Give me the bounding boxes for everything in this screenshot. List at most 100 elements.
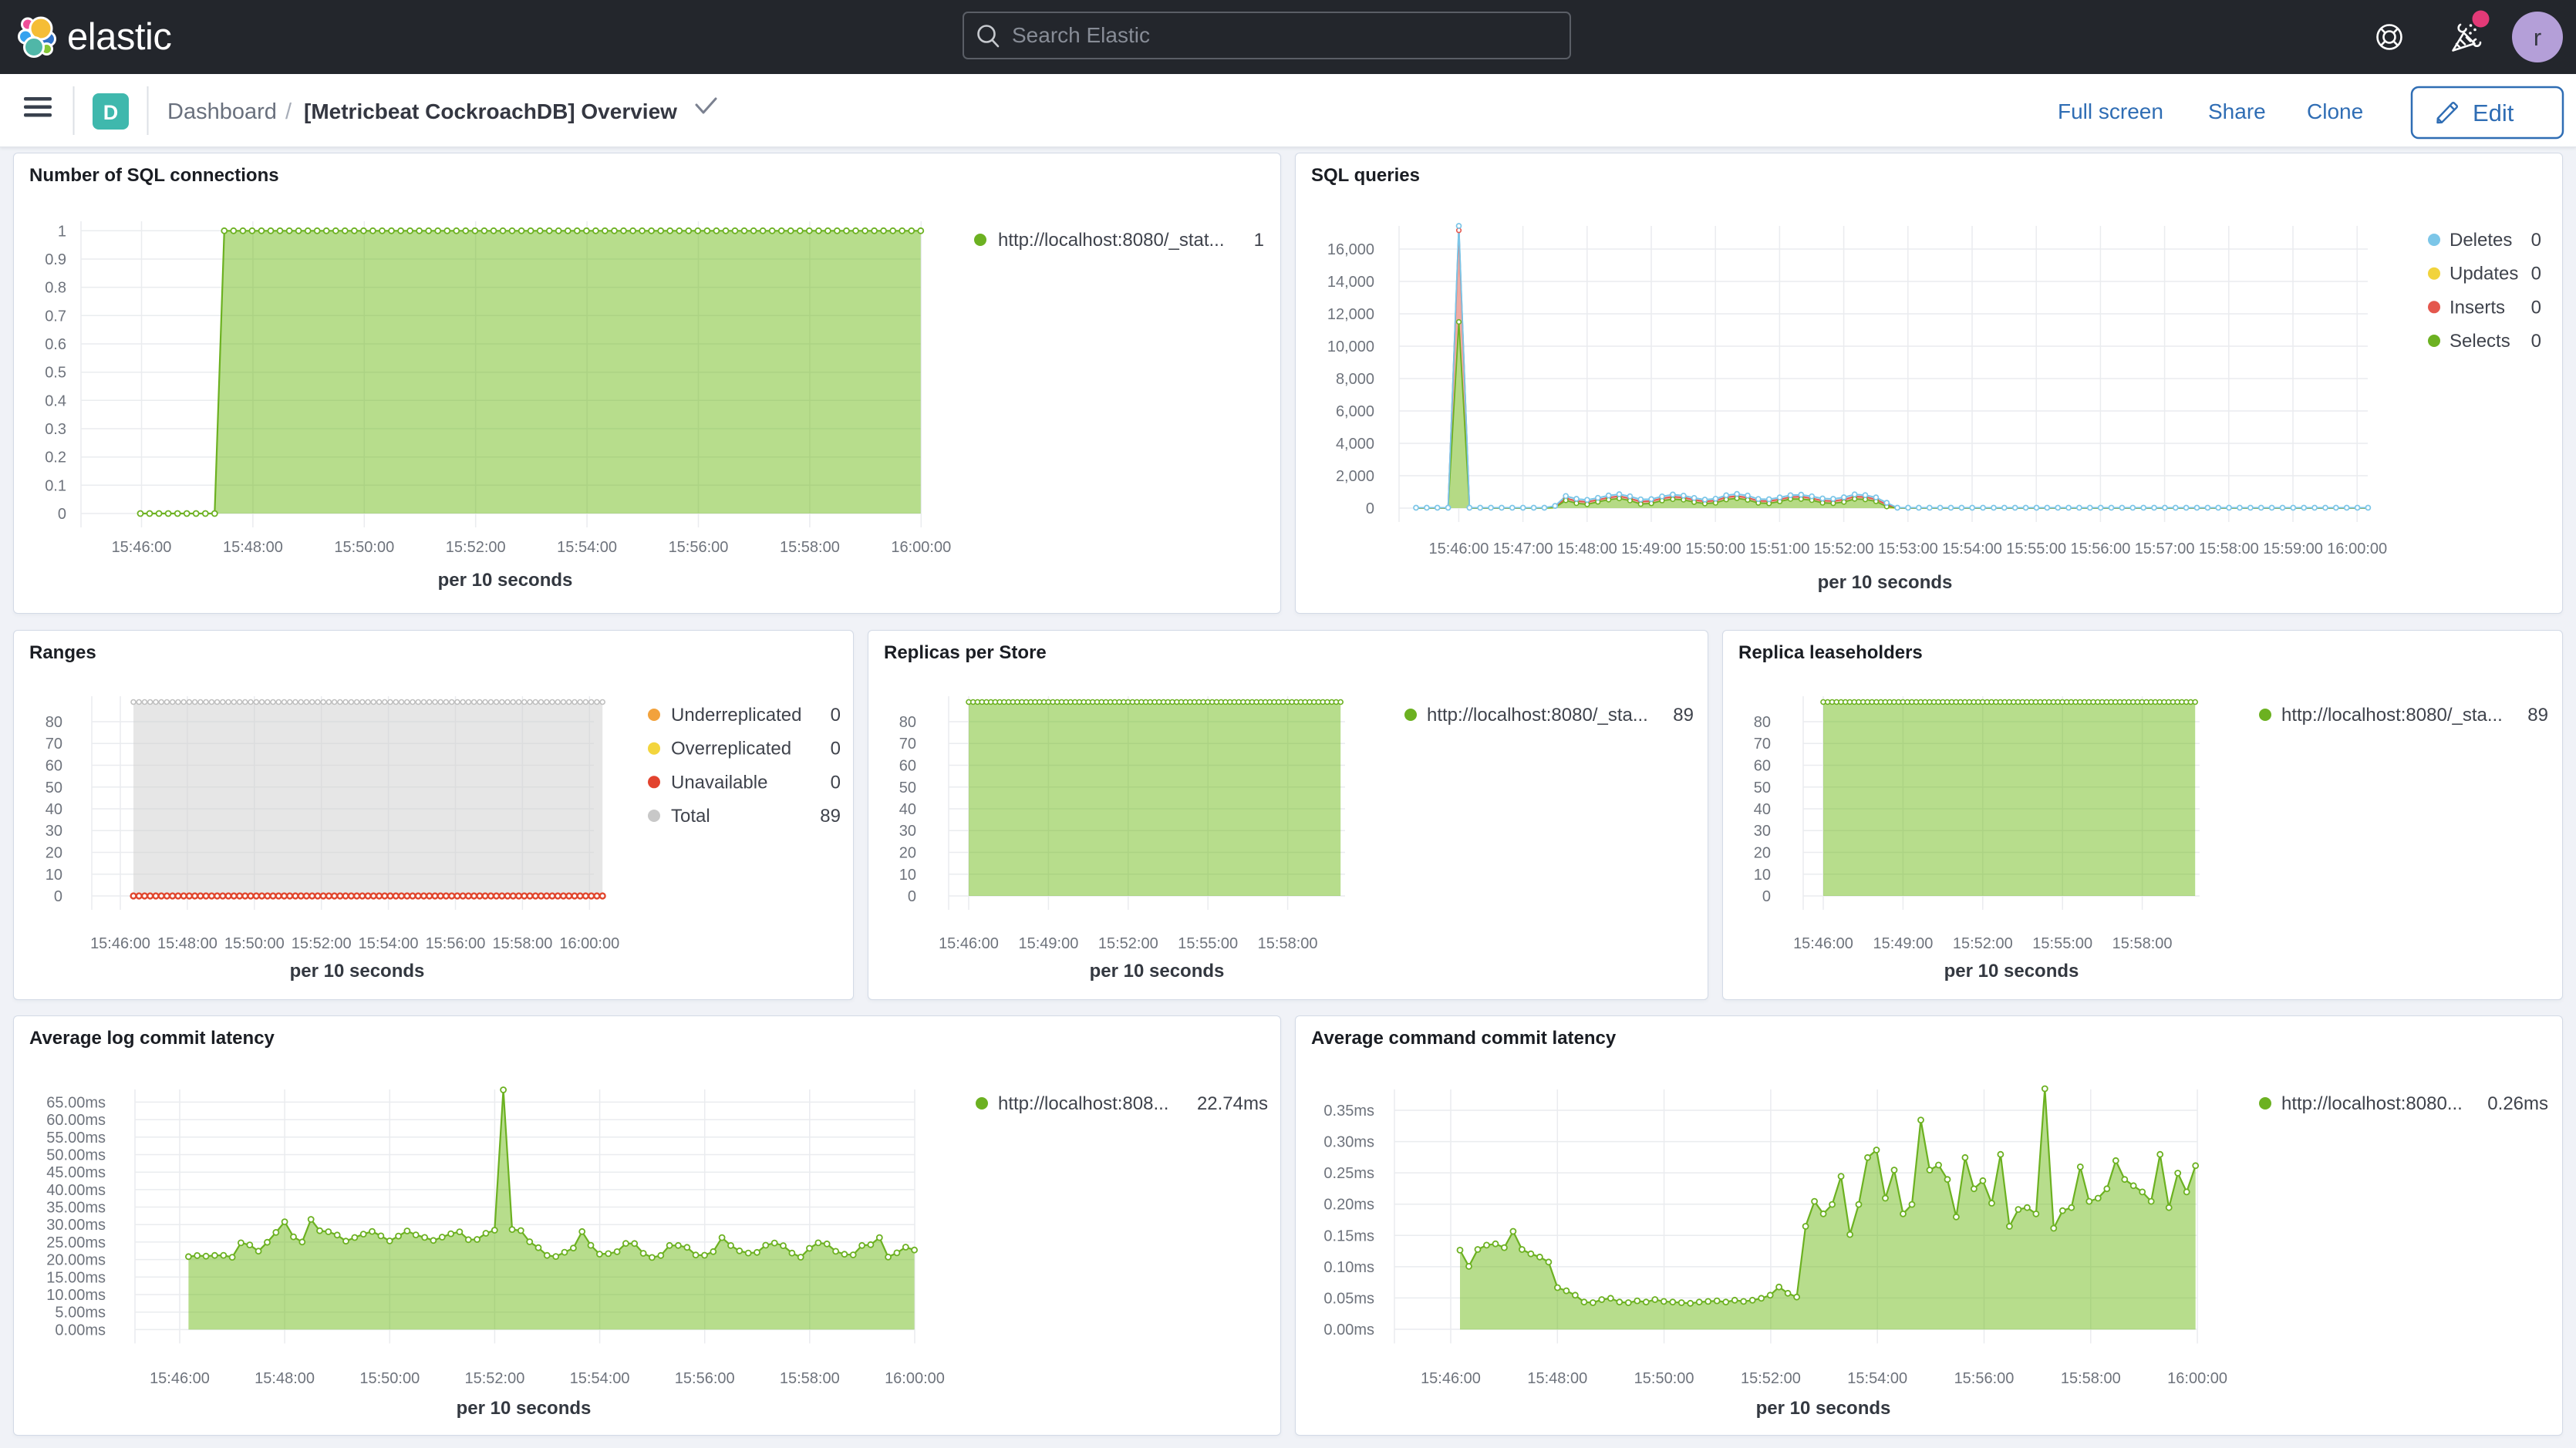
svg-text:Full screen: Full screen — [2058, 99, 2163, 123]
svg-text:60: 60 — [46, 758, 62, 775]
svg-text:0: 0 — [54, 888, 62, 905]
svg-text:0.5: 0.5 — [45, 365, 66, 382]
svg-text:65.00ms: 65.00ms — [46, 1094, 106, 1111]
svg-text:0.1: 0.1 — [45, 477, 66, 494]
svg-text:20: 20 — [1754, 845, 1771, 862]
svg-text:r: r — [2534, 24, 2541, 51]
svg-text:14,000: 14,000 — [1327, 274, 1374, 291]
svg-text:50: 50 — [1754, 780, 1771, 796]
svg-text:16,000: 16,000 — [1327, 241, 1374, 258]
svg-text:0.3: 0.3 — [45, 421, 66, 438]
svg-text:15:58:00: 15:58:00 — [2112, 935, 2173, 952]
svg-text:0: 0 — [58, 506, 66, 523]
svg-text:Search Elastic: Search Elastic — [1012, 23, 1150, 47]
svg-text:20.00ms: 20.00ms — [46, 1252, 106, 1269]
svg-text:0.2: 0.2 — [45, 450, 66, 466]
svg-text:per 10 seconds: per 10 seconds — [457, 1398, 592, 1419]
svg-text:elastic: elastic — [67, 16, 171, 58]
svg-text:15:58:00: 15:58:00 — [780, 539, 840, 556]
svg-text:15:50:00: 15:50:00 — [1685, 540, 1745, 557]
svg-text:15:53:00: 15:53:00 — [1878, 540, 1938, 557]
svg-text:Unavailable: Unavailable — [671, 772, 767, 793]
svg-text:Selects: Selects — [2450, 331, 2510, 352]
svg-text:15:52:00: 15:52:00 — [1098, 935, 1158, 952]
svg-text:30: 30 — [1754, 823, 1771, 840]
svg-text:70: 70 — [46, 736, 62, 753]
svg-text:15:46:00: 15:46:00 — [112, 539, 172, 556]
svg-text:0.8: 0.8 — [45, 280, 66, 297]
svg-text:10.00ms: 10.00ms — [46, 1287, 106, 1304]
svg-text:0: 0 — [2531, 297, 2541, 318]
svg-text:0.4: 0.4 — [45, 392, 66, 409]
svg-text:0: 0 — [2531, 230, 2541, 251]
svg-text:20: 20 — [46, 845, 62, 862]
svg-text:http://localhost:808...: http://localhost:808... — [998, 1093, 1168, 1114]
svg-text:D: D — [103, 101, 119, 124]
svg-text:50: 50 — [899, 780, 916, 796]
svg-text:0.25ms: 0.25ms — [1323, 1165, 1374, 1182]
svg-text:Total: Total — [671, 806, 710, 827]
svg-text:15:46:00: 15:46:00 — [1793, 935, 1853, 952]
svg-text:89: 89 — [2527, 705, 2548, 726]
svg-text:0.00ms: 0.00ms — [55, 1322, 106, 1339]
svg-text:15:54:00: 15:54:00 — [570, 1370, 630, 1387]
svg-text:22.74ms: 22.74ms — [1197, 1093, 1268, 1114]
svg-text:0: 0 — [1366, 500, 1374, 517]
svg-text:70: 70 — [899, 736, 916, 753]
svg-text:0: 0 — [908, 888, 916, 905]
svg-text:50.00ms: 50.00ms — [46, 1147, 106, 1164]
svg-text:20: 20 — [899, 845, 916, 862]
svg-text:12,000: 12,000 — [1327, 306, 1374, 323]
svg-text:40: 40 — [899, 801, 916, 818]
svg-text:15:56:00: 15:56:00 — [426, 935, 486, 952]
svg-text:http://localhost:8080/_sta...: http://localhost:8080/_sta... — [1427, 705, 1648, 726]
svg-text:1: 1 — [1254, 230, 1264, 251]
svg-text:1: 1 — [58, 223, 66, 240]
svg-text:15:52:00: 15:52:00 — [1814, 540, 1874, 557]
svg-text:0: 0 — [2531, 331, 2541, 352]
svg-text:40: 40 — [46, 801, 62, 818]
svg-text:15:48:00: 15:48:00 — [223, 539, 283, 556]
svg-text:35.00ms: 35.00ms — [46, 1200, 106, 1217]
svg-text:40.00ms: 40.00ms — [46, 1182, 106, 1199]
svg-text:16:00:00: 16:00:00 — [2167, 1370, 2227, 1387]
svg-text:16:00:00: 16:00:00 — [2327, 540, 2387, 557]
svg-text:15:46:00: 15:46:00 — [1421, 1370, 1481, 1387]
svg-text:15:58:00: 15:58:00 — [492, 935, 552, 952]
svg-text:per 10 seconds: per 10 seconds — [1818, 572, 1953, 593]
svg-text:15:52:00: 15:52:00 — [1741, 1370, 1801, 1387]
svg-text:15:54:00: 15:54:00 — [359, 935, 419, 952]
svg-text:15:49:00: 15:49:00 — [1873, 935, 1933, 952]
svg-text:15:56:00: 15:56:00 — [675, 1370, 735, 1387]
svg-text:16:00:00: 16:00:00 — [559, 935, 619, 952]
svg-text:15:46:00: 15:46:00 — [939, 935, 999, 952]
svg-text:5.00ms: 5.00ms — [55, 1305, 106, 1322]
svg-text:0: 0 — [2531, 264, 2541, 285]
svg-text:per 10 seconds: per 10 seconds — [1090, 961, 1225, 982]
svg-text:45.00ms: 45.00ms — [46, 1164, 106, 1181]
svg-text:15:52:00: 15:52:00 — [1953, 935, 2013, 952]
svg-text:per 10 seconds: per 10 seconds — [1756, 1398, 1891, 1419]
svg-text:0: 0 — [831, 739, 841, 759]
svg-text:0.05ms: 0.05ms — [1323, 1290, 1374, 1307]
svg-text:15:52:00: 15:52:00 — [464, 1370, 524, 1387]
svg-text:15:49:00: 15:49:00 — [1018, 935, 1078, 952]
svg-text:16:00:00: 16:00:00 — [891, 539, 951, 556]
svg-text:15:48:00: 15:48:00 — [157, 935, 217, 952]
svg-text:15.00ms: 15.00ms — [46, 1269, 106, 1286]
svg-text:15:56:00: 15:56:00 — [2070, 540, 2130, 557]
svg-text:70: 70 — [1754, 736, 1771, 753]
svg-text:15:58:00: 15:58:00 — [1258, 935, 1318, 952]
svg-text:89: 89 — [820, 806, 841, 827]
svg-text:10: 10 — [899, 867, 916, 884]
svg-text:Underreplicated: Underreplicated — [671, 705, 801, 726]
svg-text:30: 30 — [46, 823, 62, 840]
svg-text:15:46:00: 15:46:00 — [90, 935, 150, 952]
svg-text:0: 0 — [831, 705, 841, 726]
svg-text:15:54:00: 15:54:00 — [1847, 1370, 1907, 1387]
svg-text:0: 0 — [831, 772, 841, 793]
svg-text:Updates: Updates — [2450, 264, 2518, 285]
svg-text:25.00ms: 25.00ms — [46, 1234, 106, 1251]
svg-text:60.00ms: 60.00ms — [46, 1112, 106, 1129]
svg-text:15:58:00: 15:58:00 — [2199, 540, 2259, 557]
